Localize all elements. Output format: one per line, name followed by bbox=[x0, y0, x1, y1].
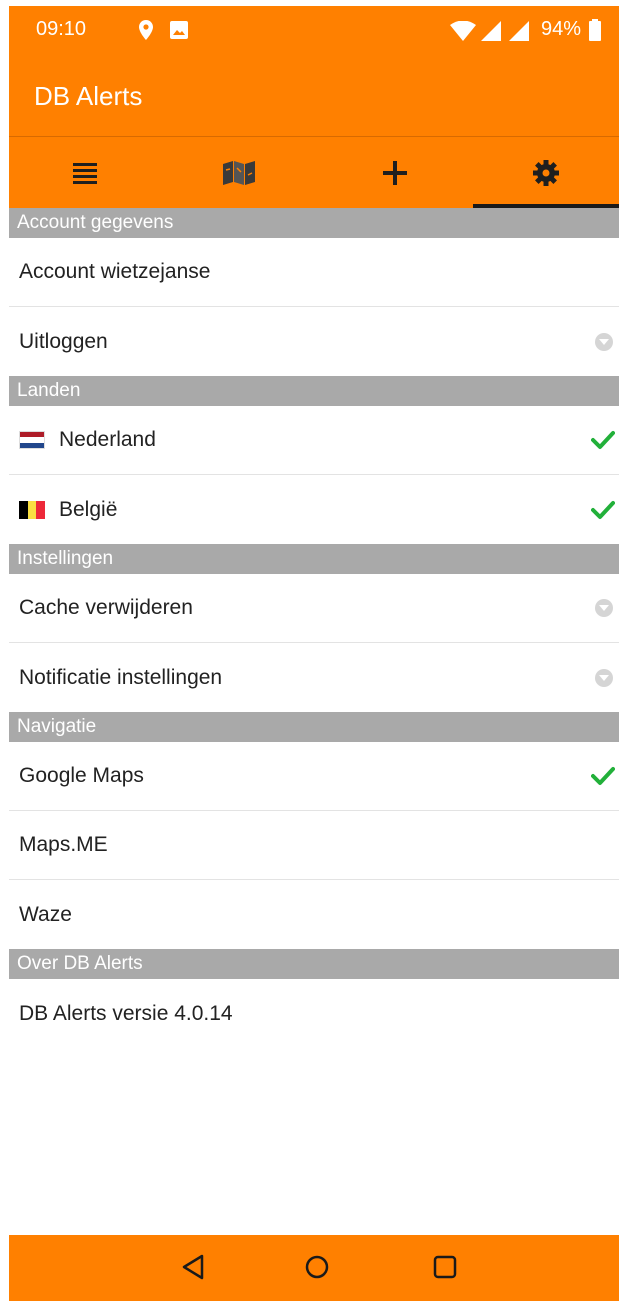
wifi-icon bbox=[450, 21, 476, 41]
item-label: Nederland bbox=[59, 428, 156, 451]
map-icon bbox=[223, 160, 255, 185]
image-icon bbox=[170, 21, 188, 39]
location-pin-icon bbox=[139, 20, 153, 40]
checkmark-icon bbox=[591, 767, 615, 785]
clear-cache-item[interactable]: Cache verwijderen bbox=[9, 574, 619, 643]
nav-option-waze[interactable]: Waze bbox=[9, 880, 619, 949]
section-header-settings: Instellingen bbox=[9, 544, 619, 574]
item-label: Cache verwijderen bbox=[19, 596, 193, 619]
home-icon[interactable] bbox=[305, 1255, 329, 1279]
logout-item[interactable]: Uitloggen bbox=[9, 307, 619, 376]
status-bar: 09:10 94% bbox=[9, 6, 619, 54]
section-header-navigation: Navigatie bbox=[9, 712, 619, 742]
item-label: Waze bbox=[19, 902, 72, 926]
chevron-down-icon bbox=[595, 668, 613, 687]
item-label: Account wietzejanse bbox=[19, 260, 211, 283]
country-item-belgie[interactable]: België bbox=[9, 475, 619, 544]
list-icon bbox=[73, 162, 97, 184]
version-text: DB Alerts versie 4.0.14 bbox=[19, 1001, 233, 1025]
item-label: Maps.ME bbox=[19, 833, 108, 856]
back-icon[interactable] bbox=[181, 1254, 205, 1280]
item-label: Notificatie instellingen bbox=[19, 665, 223, 689]
app-title: DB Alerts bbox=[34, 81, 143, 111]
system-nav-bar bbox=[9, 1235, 619, 1301]
tab-map[interactable] bbox=[163, 137, 315, 208]
recents-icon[interactable] bbox=[433, 1255, 457, 1279]
version-item: DB Alerts versie 4.0.14 bbox=[9, 979, 619, 1048]
checkmark-icon bbox=[591, 431, 615, 449]
section-header-account: Account gegevens bbox=[9, 208, 619, 238]
status-time: 09:10 bbox=[36, 18, 87, 40]
checkmark-icon bbox=[591, 500, 615, 519]
country-item-nederland[interactable]: Nederland bbox=[9, 406, 619, 475]
settings-list: Account gegevens Account wietzejanse Uit… bbox=[9, 208, 619, 1048]
flag-netherlands-icon bbox=[19, 431, 45, 449]
gear-icon bbox=[533, 159, 559, 186]
tab-add[interactable] bbox=[319, 137, 471, 208]
battery-icon bbox=[589, 19, 601, 41]
app-bar: DB Alerts bbox=[9, 54, 619, 136]
section-header-countries: Landen bbox=[9, 376, 619, 406]
app-screen: 09:10 94% DB Alerts Account gegevens Acc… bbox=[9, 6, 619, 1301]
chevron-down-icon bbox=[595, 599, 613, 617]
tab-settings[interactable] bbox=[473, 137, 619, 208]
nav-option-google-maps[interactable]: Google Maps bbox=[9, 742, 619, 811]
section-header-about: Over DB Alerts bbox=[9, 949, 619, 979]
notification-settings-item[interactable]: Notificatie instellingen bbox=[9, 643, 619, 712]
item-label: Uitloggen bbox=[19, 329, 108, 353]
tab-bar bbox=[9, 137, 619, 208]
plus-icon bbox=[383, 160, 407, 185]
nav-option-maps-me[interactable]: Maps.ME bbox=[9, 811, 619, 880]
item-label: Google Maps bbox=[19, 764, 144, 787]
tab-list[interactable] bbox=[9, 137, 161, 208]
flag-belgium-icon bbox=[19, 500, 45, 519]
battery-percentage: 94% bbox=[540, 18, 581, 40]
signal-icon bbox=[509, 21, 529, 41]
signal-icon bbox=[481, 21, 501, 41]
item-label: België bbox=[59, 497, 118, 521]
account-item[interactable]: Account wietzejanse bbox=[9, 238, 619, 307]
chevron-down-icon bbox=[595, 332, 613, 351]
